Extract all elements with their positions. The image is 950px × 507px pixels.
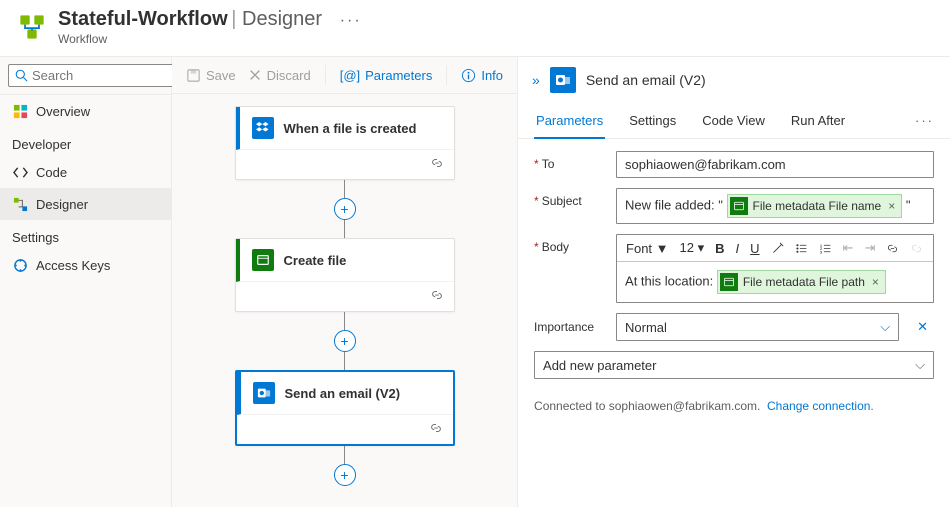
sidebar-item-label: Designer	[36, 197, 88, 212]
sidebar-item-label: Access Keys	[36, 258, 110, 273]
indent-button[interactable]: ⇥	[861, 239, 878, 257]
trigger-card[interactable]: When a file is created	[235, 106, 455, 180]
sidebar-item-designer[interactable]: Designer	[0, 188, 171, 220]
sidebar-item-label: Overview	[36, 104, 90, 119]
tab-settings[interactable]: Settings	[627, 103, 678, 138]
outlook-icon	[550, 67, 576, 93]
remove-token-icon[interactable]: ×	[872, 275, 879, 289]
file-icon	[720, 273, 738, 291]
info-button[interactable]: Info	[461, 68, 503, 83]
page-crumb: Designer	[242, 8, 322, 30]
panel-title: Send an email (V2)	[586, 72, 706, 88]
outlook-icon	[253, 382, 275, 404]
link-icon	[237, 415, 453, 444]
chevron-down-icon: ⌵	[915, 357, 925, 373]
panel-tabs: Parameters Settings Code View Run After …	[518, 103, 950, 139]
body-label: *Body	[534, 234, 604, 254]
sidebar-section-developer: Developer	[0, 127, 171, 156]
importance-select[interactable]: Normal ⌵	[616, 313, 899, 341]
action-card-send-email[interactable]: Send an email (V2)	[235, 370, 455, 446]
bold-button[interactable]: B	[712, 240, 727, 257]
code-icon	[12, 164, 28, 180]
designer-canvas: Save Discard [@] Parameters Info	[172, 57, 517, 507]
file-icon	[252, 249, 274, 271]
designer-icon	[12, 196, 28, 212]
remove-token-icon[interactable]: ×	[888, 199, 895, 213]
add-step-button[interactable]: +	[334, 198, 356, 220]
save-button[interactable]: Save	[186, 68, 236, 83]
to-label: *To	[534, 151, 604, 171]
to-input[interactable]: sophiaowen@fabrikam.com	[616, 151, 934, 178]
change-connection-link[interactable]: Change connection.	[767, 399, 874, 413]
tab-code-view[interactable]: Code View	[700, 103, 767, 138]
overview-icon	[12, 103, 28, 119]
italic-button[interactable]: I	[733, 240, 743, 257]
action-card-create-file[interactable]: Create file	[235, 238, 455, 312]
search-icon	[15, 69, 28, 82]
key-icon	[12, 257, 28, 273]
bullet-list-button[interactable]	[792, 241, 811, 256]
link-icon	[236, 150, 454, 179]
sidebar-item-overview[interactable]: Overview	[0, 95, 171, 127]
add-parameter-select[interactable]: Add new parameter ⌵	[534, 351, 934, 379]
clear-importance-icon[interactable]: ✕	[911, 319, 934, 335]
outdent-button[interactable]: ⇤	[840, 239, 857, 257]
sidebar-section-settings: Settings	[0, 220, 171, 249]
number-list-button[interactable]: 123	[816, 241, 835, 256]
sidebar-item-code[interactable]: Code	[0, 156, 171, 188]
link-icon	[236, 282, 454, 311]
sidebar-item-access-keys[interactable]: Access Keys	[0, 249, 171, 281]
body-input[interactable]: Font ▼ 12 ▾ B I U 123 ⇤ ⇥ At t	[616, 234, 934, 303]
parameters-button[interactable]: [@] Parameters	[340, 68, 433, 83]
properties-panel: » Send an email (V2) Parameters Settings…	[517, 57, 950, 507]
connection-footer: Connected to sophiaowen@fabrikam.com. Ch…	[518, 391, 950, 421]
discard-button[interactable]: Discard	[248, 68, 311, 83]
add-step-button[interactable]: +	[334, 330, 356, 352]
save-icon	[186, 68, 201, 83]
svg-text:3: 3	[819, 249, 822, 254]
unlink-button[interactable]	[907, 241, 926, 256]
page-subtitle: Workflow	[58, 32, 362, 46]
color-button[interactable]	[768, 241, 787, 256]
sidebar-item-label: Code	[36, 165, 67, 180]
page-title: Stateful-Workflow	[58, 8, 228, 30]
workflow-icon	[16, 11, 48, 43]
dynamic-token[interactable]: File metadata File name ×	[727, 194, 903, 218]
info-icon	[461, 68, 476, 83]
underline-button[interactable]: U	[747, 240, 762, 257]
subject-label: *Subject	[534, 188, 604, 208]
tab-run-after[interactable]: Run After	[789, 103, 847, 138]
richtext-toolbar: Font ▼ 12 ▾ B I U 123 ⇤ ⇥	[617, 235, 933, 262]
page-header: Stateful-Workflow | Designer ··· Workflo…	[0, 0, 950, 57]
sidebar: « Overview Developer Code Designer Setti…	[0, 57, 172, 507]
link-button[interactable]	[883, 241, 902, 256]
subject-input[interactable]: New file added: " File metadata File nam…	[616, 188, 934, 224]
tab-parameters[interactable]: Parameters	[534, 103, 605, 138]
dropbox-icon	[252, 117, 274, 139]
importance-label: Importance	[534, 320, 604, 334]
font-select[interactable]: Font ▼	[623, 240, 672, 257]
more-icon[interactable]: ···	[340, 12, 362, 29]
add-step-button[interactable]: +	[334, 464, 356, 486]
size-select[interactable]: 12 ▾	[677, 239, 708, 257]
parameters-icon: [@]	[340, 68, 360, 83]
discard-icon	[248, 68, 262, 82]
dynamic-token[interactable]: File metadata File path ×	[717, 270, 886, 294]
chevron-down-icon: ⌵	[880, 319, 890, 335]
collapse-panel-icon[interactable]: »	[532, 72, 540, 88]
file-icon	[730, 197, 748, 215]
canvas-toolbar: Save Discard [@] Parameters Info	[172, 57, 517, 94]
tab-more-icon[interactable]: ···	[915, 113, 934, 128]
